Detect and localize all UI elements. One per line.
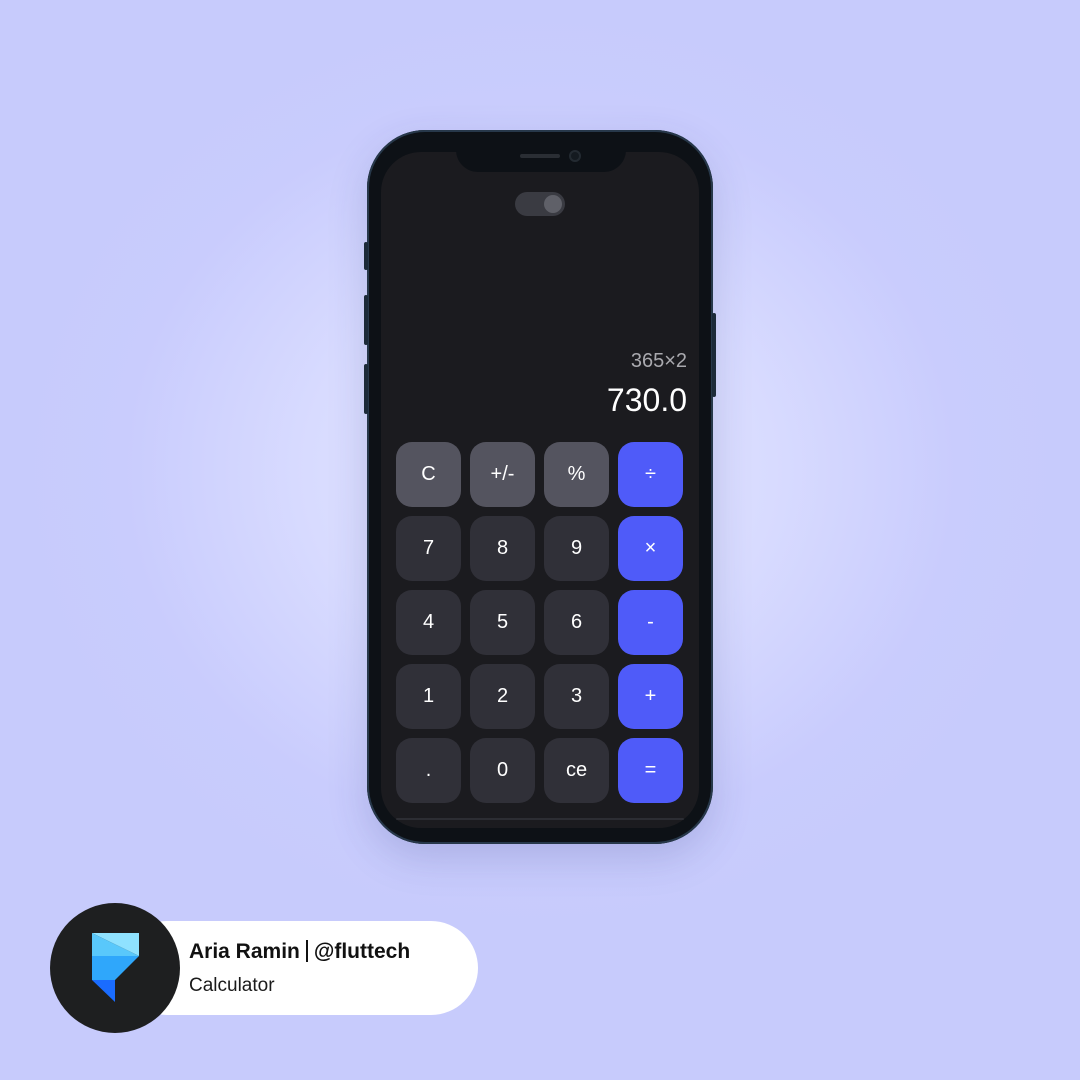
theme-toggle[interactable]	[515, 192, 565, 216]
digit-6-button[interactable]: 6	[544, 590, 609, 655]
decimal-button[interactable]: .	[396, 738, 461, 803]
home-indicator	[396, 818, 684, 820]
clear-entry-button[interactable]: ce	[544, 738, 609, 803]
speaker-grille	[520, 154, 560, 158]
framer-logo-icon	[92, 933, 139, 1002]
separator	[305, 940, 308, 962]
expression-display: 365×2	[630, 350, 687, 372]
digit-2-button[interactable]: 2	[470, 664, 535, 729]
front-camera-icon	[569, 150, 581, 162]
author-name: Aria Ramin @fluttech	[189, 940, 410, 964]
phone-volume-down-button	[364, 364, 368, 414]
digit-7-button[interactable]: 7	[396, 516, 461, 581]
phone-side-button	[364, 242, 368, 270]
digit-9-button[interactable]: 9	[544, 516, 609, 581]
digit-4-button[interactable]: 4	[396, 590, 461, 655]
multiply-button[interactable]: ×	[618, 516, 683, 581]
subtract-button[interactable]: -	[618, 590, 683, 655]
phone-volume-up-button	[364, 295, 368, 345]
author-handle: @fluttech	[313, 940, 411, 963]
percent-button[interactable]: %	[544, 442, 609, 507]
digit-0-button[interactable]: 0	[470, 738, 535, 803]
avatar	[50, 903, 180, 1033]
clear-button[interactable]: C	[396, 442, 461, 507]
digit-3-button[interactable]: 3	[544, 664, 609, 729]
phone-notch	[456, 132, 626, 172]
divide-button[interactable]: ÷	[618, 442, 683, 507]
sign-toggle-button[interactable]: +/-	[470, 442, 535, 507]
equals-button[interactable]: =	[618, 738, 683, 803]
toggle-knob	[544, 195, 562, 213]
phone-power-button	[712, 313, 716, 397]
author-name-text: Aria Ramin	[189, 940, 300, 963]
add-button[interactable]: +	[618, 664, 683, 729]
result-display: 730.0	[606, 382, 687, 418]
digit-1-button[interactable]: 1	[396, 664, 461, 729]
project-subtitle: Calculator	[189, 975, 275, 996]
digit-8-button[interactable]: 8	[470, 516, 535, 581]
digit-5-button[interactable]: 5	[470, 590, 535, 655]
keypad: C +/-% ÷ 7 8 9 × 4 5 6- 1 2 3 +. 0 ce =	[396, 442, 684, 803]
